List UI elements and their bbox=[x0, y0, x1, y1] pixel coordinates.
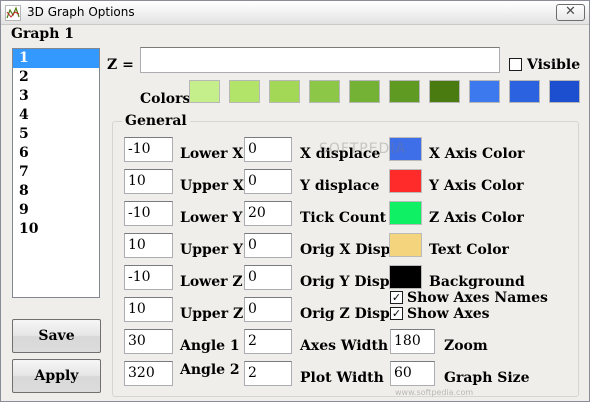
z-label: Z = bbox=[107, 57, 134, 73]
orig-y-disp-input[interactable]: 0 bbox=[244, 265, 292, 290]
graph-list-item[interactable]: 9 bbox=[13, 201, 99, 220]
graph-list-item[interactable]: 2 bbox=[13, 68, 99, 87]
lower-x-input[interactable]: -10 bbox=[124, 137, 173, 162]
graph-options-window: 3D Graph Options ✕ Graph 1 1 2 3 4 5 6 7 8 9 10 S… bbox=[0, 0, 590, 402]
show-axes-checkbox[interactable]: ✓ bbox=[390, 307, 403, 320]
angle-1-input[interactable]: 30 bbox=[124, 329, 173, 354]
y-displace-label: Y displace bbox=[300, 178, 380, 194]
graph-list-item[interactable]: 8 bbox=[13, 182, 99, 201]
general-group-title: General bbox=[122, 113, 190, 129]
window-title: 3D Graph Options bbox=[27, 5, 135, 19]
graph-list-item[interactable]: 4 bbox=[13, 106, 99, 125]
orig-x-disp-input[interactable]: 0 bbox=[244, 233, 292, 258]
orig-x-disp-label: Orig X Disp bbox=[300, 242, 391, 258]
background-color-label: Background bbox=[429, 274, 525, 290]
graph-list[interactable]: 1 2 3 4 5 6 7 8 9 10 bbox=[12, 48, 100, 298]
y-axis-color-swatch[interactable] bbox=[389, 169, 422, 193]
close-icon: ✕ bbox=[565, 4, 576, 19]
save-button[interactable]: Save bbox=[12, 319, 101, 353]
color-swatch-1[interactable] bbox=[189, 80, 220, 103]
graph-label: Graph 1 bbox=[11, 26, 74, 42]
orig-z-disp-input[interactable]: 0 bbox=[244, 297, 292, 322]
general-group bbox=[112, 121, 579, 397]
upper-x-label: Upper X bbox=[180, 178, 244, 194]
x-axis-color-label: X Axis Color bbox=[429, 146, 525, 162]
orig-z-disp-label: Orig Z Disp bbox=[300, 306, 390, 322]
angle-2-label: Angle 2 bbox=[180, 362, 240, 378]
angle-2-input[interactable]: 320 bbox=[124, 361, 173, 386]
lower-y-label: Lower Y bbox=[180, 210, 243, 226]
angle-1-label: Angle 1 bbox=[180, 338, 240, 354]
visible-label: Visible bbox=[527, 57, 581, 73]
plot-width-label: Plot Width bbox=[300, 370, 384, 386]
upper-y-input[interactable]: 10 bbox=[124, 233, 173, 258]
show-axes-label: Show Axes bbox=[407, 306, 490, 322]
show-axes-names-checkbox[interactable]: ✓ bbox=[390, 291, 403, 304]
z-axis-color-label: Z Axis Color bbox=[429, 210, 524, 226]
tick-count-input[interactable]: 20 bbox=[244, 201, 292, 226]
color-swatch-5[interactable] bbox=[349, 80, 380, 103]
graph-list-item[interactable]: 5 bbox=[13, 125, 99, 144]
apply-button[interactable]: Apply bbox=[12, 359, 101, 393]
tick-count-label: Tick Count bbox=[300, 210, 387, 226]
color-swatch-3[interactable] bbox=[269, 80, 300, 103]
y-displace-input[interactable]: 0 bbox=[244, 169, 292, 194]
lower-y-input[interactable]: -10 bbox=[124, 201, 173, 226]
softpedia-watermark: SOFTPEDIA bbox=[319, 141, 407, 157]
z-axis-color-swatch[interactable] bbox=[389, 201, 422, 225]
text-color-swatch[interactable] bbox=[389, 233, 422, 257]
color-swatch-6[interactable] bbox=[389, 80, 420, 103]
title-bar[interactable]: 3D Graph Options ✕ bbox=[1, 1, 589, 25]
visible-checkbox[interactable] bbox=[509, 58, 522, 71]
axes-width-label: Axes Width bbox=[300, 338, 389, 354]
background-color-swatch[interactable] bbox=[389, 265, 422, 289]
upper-z-label: Upper Z bbox=[180, 306, 244, 322]
zoom-input[interactable]: 180 bbox=[390, 329, 435, 354]
upper-y-label: Upper Y bbox=[180, 242, 243, 258]
lower-z-label: Lower Z bbox=[180, 274, 243, 290]
graph-app-icon bbox=[5, 5, 21, 21]
color-swatch-7[interactable] bbox=[429, 80, 460, 103]
plot-width-input[interactable]: 2 bbox=[244, 361, 292, 386]
graph-list-item[interactable]: 10 bbox=[13, 220, 99, 239]
z-expression-input[interactable] bbox=[140, 47, 500, 73]
y-axis-color-label: Y Axis Color bbox=[429, 178, 524, 194]
softpedia-url-watermark: www.softpedia.com bbox=[395, 388, 474, 397]
upper-x-input[interactable]: 10 bbox=[124, 169, 173, 194]
color-swatch-2[interactable] bbox=[229, 80, 260, 103]
show-axes-names-label: Show Axes Names bbox=[407, 290, 548, 306]
lower-z-input[interactable]: -10 bbox=[124, 265, 173, 290]
graph-list-item[interactable]: 3 bbox=[13, 87, 99, 106]
upper-z-input[interactable]: 10 bbox=[124, 297, 173, 322]
colors-label: Colors bbox=[140, 91, 191, 107]
close-button[interactable]: ✕ bbox=[556, 4, 585, 21]
axes-width-input[interactable]: 2 bbox=[244, 329, 292, 354]
graph-size-label: Graph Size bbox=[444, 370, 530, 386]
color-swatch-10[interactable] bbox=[549, 80, 580, 103]
graph-list-item[interactable]: 7 bbox=[13, 163, 99, 182]
zoom-label: Zoom bbox=[444, 338, 488, 354]
lower-x-label: Lower X bbox=[180, 146, 244, 162]
graph-list-item[interactable]: 6 bbox=[13, 144, 99, 163]
graph-size-input[interactable]: 60 bbox=[390, 361, 435, 386]
graph-list-item[interactable]: 1 bbox=[13, 49, 99, 68]
text-color-label: Text Color bbox=[429, 242, 509, 258]
color-swatch-8[interactable] bbox=[469, 80, 500, 103]
color-swatch-9[interactable] bbox=[509, 80, 540, 103]
x-displace-input[interactable]: 0 bbox=[244, 137, 292, 162]
color-swatch-4[interactable] bbox=[309, 80, 340, 103]
orig-y-disp-label: Orig Y Disp bbox=[300, 274, 390, 290]
